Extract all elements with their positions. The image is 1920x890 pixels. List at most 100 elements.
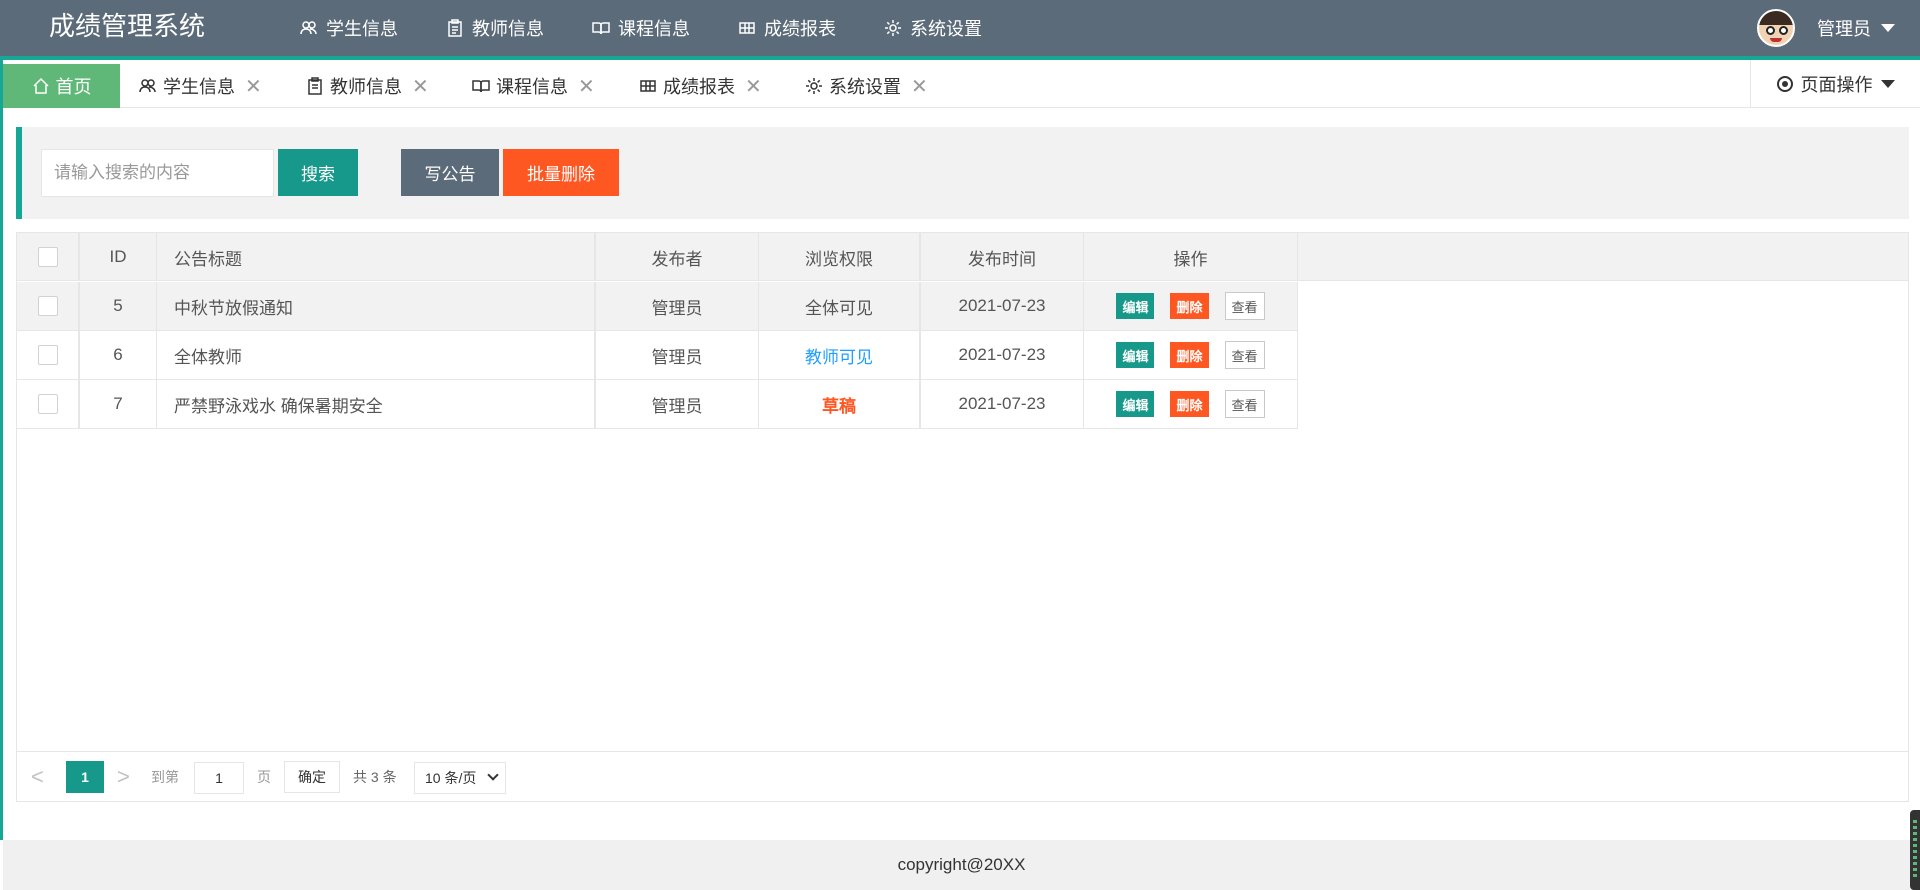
nav-item-reports[interactable]: 成绩报表 xyxy=(714,0,860,56)
tab-label: 学生信息 xyxy=(163,77,235,97)
delete-button[interactable]: 删除 xyxy=(1170,391,1209,417)
select-all-checkbox[interactable] xyxy=(37,247,58,267)
close-icon[interactable]: ✕ xyxy=(745,74,762,99)
write-notice-button[interactable]: 写公告 xyxy=(401,149,499,196)
table-row[interactable]: 6 全体教师 管理员 教师可见 2021-07-23 编辑 删除 查看 xyxy=(17,331,1298,380)
next-page-button[interactable]: > xyxy=(117,761,130,793)
tab-label: 课程信息 xyxy=(496,77,568,97)
view-button[interactable]: 查看 xyxy=(1224,341,1265,369)
row-publisher: 管理员 xyxy=(596,331,759,379)
tab-label: 教师信息 xyxy=(330,77,402,97)
clipboard-icon xyxy=(446,19,464,37)
close-icon[interactable]: ✕ xyxy=(911,74,928,99)
row-time: 2021-07-23 xyxy=(921,282,1084,330)
app-brand: 成绩管理系统 xyxy=(49,11,206,41)
tab-label: 首页 xyxy=(55,77,92,97)
row-checkbox-cell xyxy=(17,282,80,330)
tab-settings[interactable]: 系统设置 ✕ xyxy=(805,64,928,108)
view-button[interactable]: 查看 xyxy=(1224,390,1265,418)
header-title: 公告标题 xyxy=(157,233,596,281)
target-icon xyxy=(1776,75,1793,92)
tab-teachers[interactable]: 教师信息 ✕ xyxy=(306,64,429,108)
left-accent-line xyxy=(0,60,3,840)
delete-button[interactable]: 删除 xyxy=(1170,293,1209,319)
row-checkbox-cell xyxy=(17,331,80,379)
nav-item-students[interactable]: 学生信息 xyxy=(276,0,422,56)
chevron-down-icon xyxy=(1881,24,1895,32)
per-page-select[interactable]: 10 条/页 xyxy=(414,762,506,794)
page-operations-dropdown[interactable]: 页面操作 xyxy=(1750,60,1920,107)
copyright-text: copyright@20XX xyxy=(897,855,1026,874)
delete-button[interactable]: 删除 xyxy=(1170,342,1209,368)
user-menu[interactable]: 管理员 xyxy=(1757,0,1895,56)
row-checkbox[interactable] xyxy=(37,394,58,414)
row-id: 7 xyxy=(80,380,157,428)
goto-confirm-button[interactable]: 确定 xyxy=(284,761,340,793)
row-permission: 草稿 xyxy=(759,380,921,428)
nav-item-teachers[interactable]: 教师信息 xyxy=(422,0,568,56)
search-button[interactable]: 搜索 xyxy=(278,149,358,196)
side-widget-handle[interactable] xyxy=(1910,810,1920,890)
table-icon xyxy=(639,77,657,95)
nav-item-label: 课程信息 xyxy=(618,19,690,39)
goto-page-input[interactable] xyxy=(194,762,244,794)
header-publisher: 发布者 xyxy=(596,233,759,281)
footer: copyright@20XX xyxy=(3,840,1920,890)
table-row[interactable]: 5 中秋节放假通知 管理员 全体可见 2021-07-23 编辑 删除 查看 xyxy=(17,282,1298,331)
search-input[interactable] xyxy=(41,149,274,197)
row-permission: 全体可见 xyxy=(759,282,921,330)
edit-button[interactable]: 编辑 xyxy=(1116,391,1155,417)
close-icon[interactable]: ✕ xyxy=(412,74,429,99)
row-checkbox[interactable] xyxy=(37,296,58,316)
tab-reports[interactable]: 成绩报表 ✕ xyxy=(639,64,762,108)
per-page-value: 10 条/页 xyxy=(425,770,477,786)
row-title: 中秋节放假通知 xyxy=(157,282,596,330)
nav-item-label: 学生信息 xyxy=(326,19,398,39)
nav-item-label: 教师信息 xyxy=(472,19,544,39)
header-ops: 操作 xyxy=(1084,233,1298,281)
edit-button[interactable]: 编辑 xyxy=(1116,293,1155,319)
goto-label: 到第 xyxy=(151,769,179,785)
users-icon xyxy=(139,77,157,95)
users-icon xyxy=(300,19,318,37)
tab-courses[interactable]: 课程信息 ✕ xyxy=(472,64,595,108)
tab-label: 成绩报表 xyxy=(663,77,735,97)
total-count: 共 3 条 xyxy=(353,769,397,785)
page-op-label: 页面操作 xyxy=(1800,74,1873,95)
edit-button[interactable]: 编辑 xyxy=(1116,342,1155,368)
tab-home[interactable]: 首页 xyxy=(3,64,120,108)
prev-page-button[interactable]: < xyxy=(31,761,44,793)
nav-item-label: 成绩报表 xyxy=(764,19,836,39)
table-row[interactable]: 7 严禁野泳戏水 确保暑期安全 管理员 草稿 2021-07-23 编辑 删除 … xyxy=(17,380,1298,429)
avatar[interactable] xyxy=(1757,9,1795,47)
user-name: 管理员 xyxy=(1817,19,1871,39)
row-id: 6 xyxy=(80,331,157,379)
book-icon xyxy=(592,19,610,37)
header-id: ID xyxy=(80,233,157,281)
header-checkbox-cell xyxy=(17,233,80,281)
row-checkbox[interactable] xyxy=(37,345,58,365)
nav-item-courses[interactable]: 课程信息 xyxy=(568,0,714,56)
row-checkbox-cell xyxy=(17,380,80,428)
row-ops: 编辑 删除 查看 xyxy=(1084,282,1298,330)
current-page[interactable]: 1 xyxy=(66,761,104,793)
page-label: 页 xyxy=(257,769,271,785)
row-title: 全体教师 xyxy=(157,331,596,379)
chevron-down-icon xyxy=(1880,79,1895,88)
close-icon[interactable]: ✕ xyxy=(578,74,595,99)
header-permission: 浏览权限 xyxy=(759,233,921,281)
view-button[interactable]: 查看 xyxy=(1224,292,1265,320)
tab-label: 系统设置 xyxy=(829,77,901,97)
clipboard-icon xyxy=(306,77,324,95)
close-icon[interactable]: ✕ xyxy=(245,74,262,99)
row-time: 2021-07-23 xyxy=(921,331,1084,379)
nav-item-settings[interactable]: 系统设置 xyxy=(860,0,1006,60)
row-id: 5 xyxy=(80,282,157,330)
table-header: ID 公告标题 发布者 浏览权限 发布时间 操作 xyxy=(17,233,1908,281)
batch-delete-button[interactable]: 批量删除 xyxy=(503,149,619,196)
row-permission: 教师可见 xyxy=(759,331,921,379)
gear-icon xyxy=(884,19,902,37)
tab-students[interactable]: 学生信息 ✕ xyxy=(139,64,262,108)
top-header: 成绩管理系统 学生信息 教师信息 课程信息 成绩报表 系统设置 管理员 xyxy=(0,0,1920,60)
row-publisher: 管理员 xyxy=(596,282,759,330)
